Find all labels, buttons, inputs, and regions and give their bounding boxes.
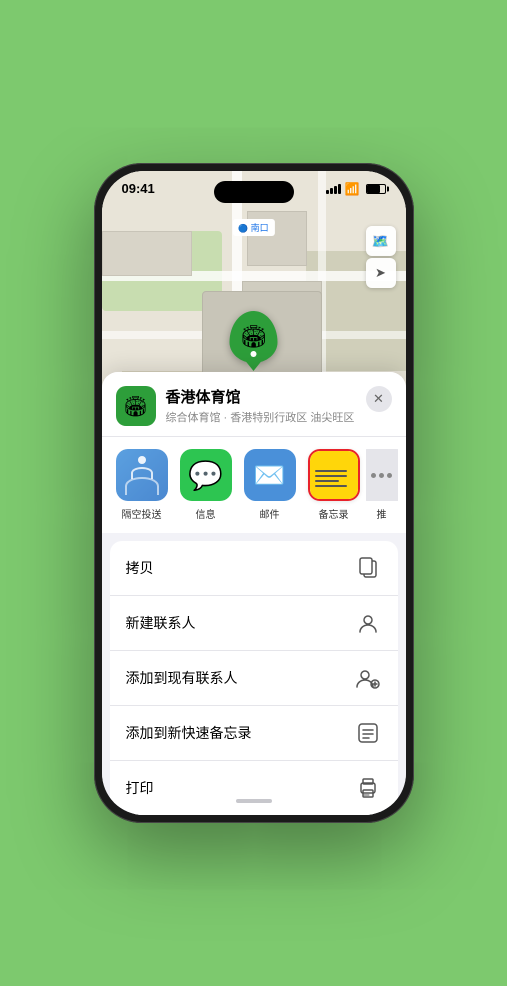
close-button[interactable]: ✕ [366,386,392,412]
mail-icon-box: ✉️ [244,449,296,501]
print-label: 打印 [126,778,154,798]
action-print[interactable]: 打印 [110,761,398,815]
more-label: 推 [377,506,387,521]
venue-icon: 🏟 [116,386,156,426]
marker-dot [251,351,257,357]
more-icon-box [366,449,398,501]
map-controls: 🗺️ ➤ [366,226,396,288]
copy-label: 拷贝 [126,558,154,578]
add-existing-icon [354,664,382,692]
venue-header: 🏟 香港体育馆 综合体育馆 · 香港特别行政区 油尖旺区 ✕ [102,372,406,436]
map-label: 🔵 南口 [232,219,274,236]
venue-info: 香港体育馆 综合体育馆 · 香港特别行政区 油尖旺区 [166,386,366,425]
notes-line-2 [315,475,347,477]
action-new-contact[interactable]: 新建联系人 [110,596,398,651]
share-mail[interactable]: ✉️ 邮件 [238,449,302,521]
action-add-notes[interactable]: 添加到新快速备忘录 [110,706,398,761]
add-notes-label: 添加到新快速备忘录 [126,723,252,743]
add-existing-label: 添加到现有联系人 [126,668,238,688]
messages-icon-box: 💬 [180,449,232,501]
bottom-handle [236,799,272,803]
location-button[interactable]: ➤ [366,258,396,288]
notes-line-4 [315,485,347,487]
action-copy[interactable]: 拷贝 [110,541,398,596]
stadium-icon: 🏟 [240,324,268,350]
new-contact-icon [354,609,382,637]
share-icons-row: 隔空投送 💬 信息 ✉️ 邮件 [102,436,406,533]
print-icon [354,774,382,802]
wifi-icon: 📶 [345,182,360,196]
airdrop-label: 隔空投送 [122,506,162,521]
status-icons: 📶 [326,182,386,196]
notes-label: 备忘录 [319,506,349,521]
action-list: 拷贝 新建联系人 [110,541,398,815]
airdrop-icon-box [116,449,168,501]
share-notes[interactable]: 备忘录 [302,449,366,521]
notes-icon-inner [310,451,358,499]
notes-icon-box-selected [308,449,360,501]
bottom-sheet: 🏟 香港体育馆 综合体育馆 · 香港特别行政区 油尖旺区 ✕ [102,372,406,815]
venue-subtitle: 综合体育馆 · 香港特别行政区 油尖旺区 [166,409,366,425]
share-airdrop[interactable]: 隔空投送 [110,449,174,521]
phone-screen: 09:41 📶 [102,171,406,815]
notes-line-1 [315,470,347,472]
venue-stadium-icon: 🏟 [123,394,148,419]
dynamic-island [214,181,294,203]
mail-icon: ✉️ [253,460,285,491]
mail-label: 邮件 [260,506,280,521]
map-type-button[interactable]: 🗺️ [366,226,396,256]
new-contact-label: 新建联系人 [126,613,196,633]
venue-title: 香港体育馆 [166,386,366,407]
messages-label: 信息 [196,506,216,521]
status-time: 09:41 [122,181,155,196]
map-type-icon: 🗺️ [372,233,389,250]
marker-pin: 🏟 [230,311,278,363]
signal-icon [326,184,341,194]
battery-icon [366,184,386,194]
airdrop-waves-icon [125,456,159,495]
more-dots-icon [371,473,392,478]
action-add-existing[interactable]: 添加到现有联系人 [110,651,398,706]
add-notes-icon [354,719,382,747]
messages-icon: 💬 [188,459,223,492]
copy-icon [354,554,382,582]
notes-line-3 [315,480,339,482]
location-arrow-icon: ➤ [375,265,386,281]
share-more[interactable]: 推 [366,449,398,521]
share-messages[interactable]: 💬 信息 [174,449,238,521]
phone-frame: 09:41 📶 [94,163,414,823]
